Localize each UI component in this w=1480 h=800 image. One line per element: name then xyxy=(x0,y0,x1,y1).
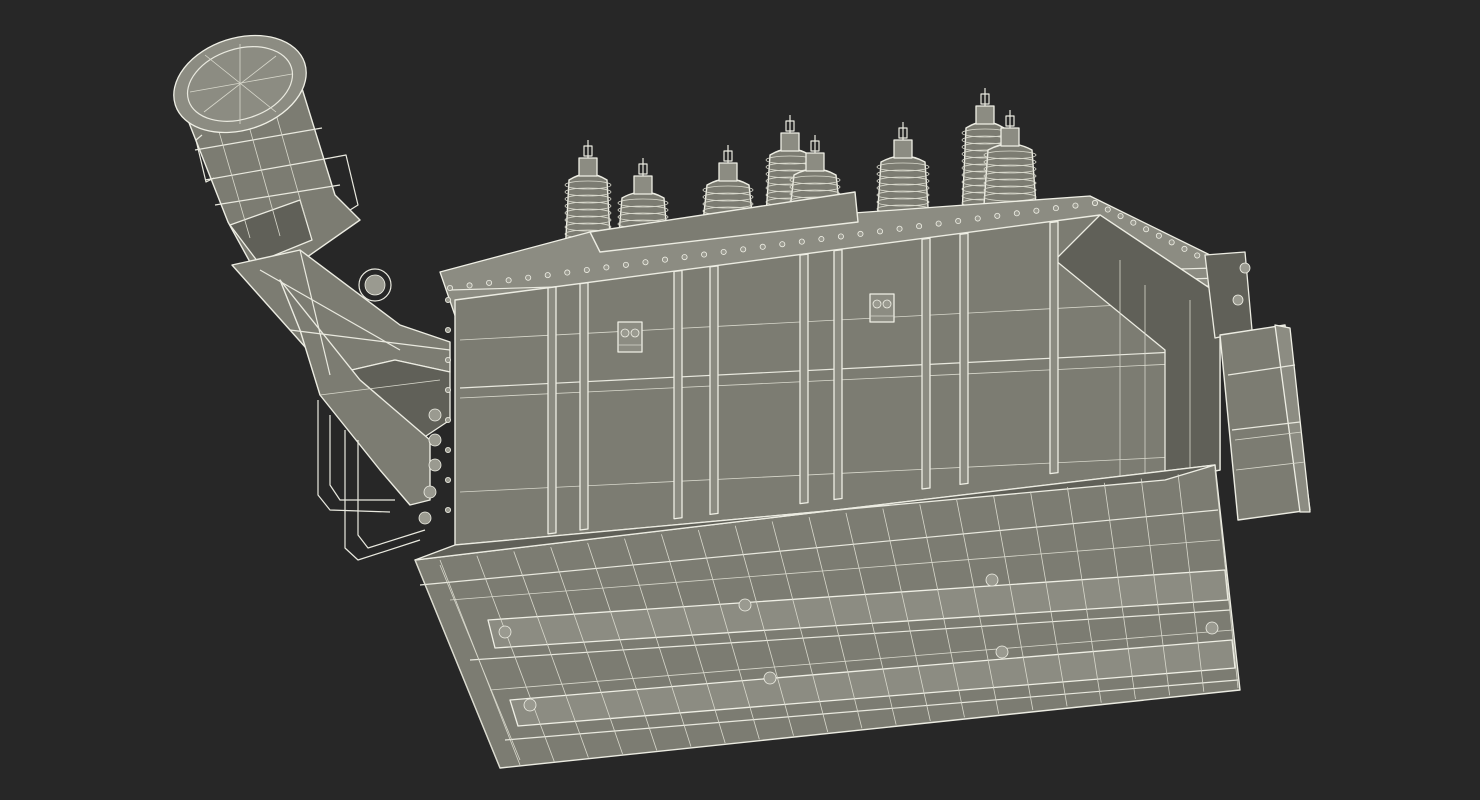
bushing-insulator xyxy=(876,122,930,223)
tank-stiffener-rib xyxy=(959,232,969,486)
flange-bolt xyxy=(857,230,864,237)
flange-bolt xyxy=(444,386,451,393)
flange-bolt xyxy=(1092,199,1099,206)
terminal-box-left xyxy=(617,321,643,353)
flange-bolt xyxy=(896,225,903,232)
flange-bolt xyxy=(1130,219,1137,226)
flange-bolt xyxy=(486,279,493,286)
flange-bolt xyxy=(583,266,590,273)
flange-bolt xyxy=(505,277,512,284)
flange-bolt xyxy=(1155,232,1162,239)
flange-bolt xyxy=(1143,226,1150,233)
flange-bolt xyxy=(1117,213,1124,220)
flange-bolt xyxy=(622,261,629,268)
flange-bolt xyxy=(681,254,688,261)
flange-bolt xyxy=(446,284,453,291)
flange-bolt xyxy=(1168,239,1175,246)
flange-bolt xyxy=(662,256,669,263)
flange-bolt xyxy=(642,259,649,266)
tank-stiffener-rib xyxy=(799,253,809,505)
flange-bolt xyxy=(444,446,451,453)
transformer-wireframe-render xyxy=(173,34,1311,769)
flange-bolt xyxy=(444,476,451,483)
flange-bolt xyxy=(1104,206,1111,213)
conservator-support-pipe xyxy=(231,249,451,561)
flange-bolt xyxy=(974,215,981,222)
control-cabinet xyxy=(1204,251,1311,521)
tank-stiffener-rib xyxy=(673,269,683,520)
tank-stiffener-rib xyxy=(833,249,843,501)
render-viewport xyxy=(0,0,1480,800)
flange-bolt xyxy=(564,269,571,276)
flange-bolt xyxy=(544,272,551,279)
flange-bolt xyxy=(740,246,747,253)
tank-stiffener-rib xyxy=(1049,221,1059,475)
flange-bolt xyxy=(1072,202,1079,209)
flange-bolt xyxy=(444,296,451,303)
flange-bolt xyxy=(877,228,884,235)
flange-bolt xyxy=(701,251,708,258)
tank-stiffener-rib xyxy=(921,237,931,490)
flange-bolt xyxy=(444,326,451,333)
tank-stiffener-rib xyxy=(709,265,719,516)
flange-bolt xyxy=(466,282,473,289)
flange-bolt xyxy=(994,212,1001,219)
flange-bolt xyxy=(444,506,451,513)
flange-bolt xyxy=(720,248,727,255)
flange-bolt xyxy=(818,236,825,243)
flange-bolt xyxy=(837,233,844,240)
conservator-tank xyxy=(173,34,361,263)
terminal-box-right xyxy=(869,293,895,323)
flange-bolt xyxy=(603,264,610,271)
flange-bolt xyxy=(525,274,532,281)
tank-stiffener-rib xyxy=(547,286,557,535)
flange-bolt xyxy=(1033,207,1040,214)
flange-bolt xyxy=(1013,210,1020,217)
flange-bolt xyxy=(935,220,942,227)
tank-stiffener-rib xyxy=(579,282,589,531)
flange-bolt xyxy=(1181,245,1188,252)
flange-bolt xyxy=(444,356,451,363)
flange-bolt xyxy=(798,238,805,245)
flange-bolt xyxy=(779,241,786,248)
flange-bolt xyxy=(955,218,962,225)
flange-bolt xyxy=(1194,252,1201,259)
flange-bolt xyxy=(916,223,923,230)
flange-bolt xyxy=(444,416,451,423)
flange-bolt xyxy=(759,243,766,250)
flange-bolt xyxy=(1052,205,1059,212)
